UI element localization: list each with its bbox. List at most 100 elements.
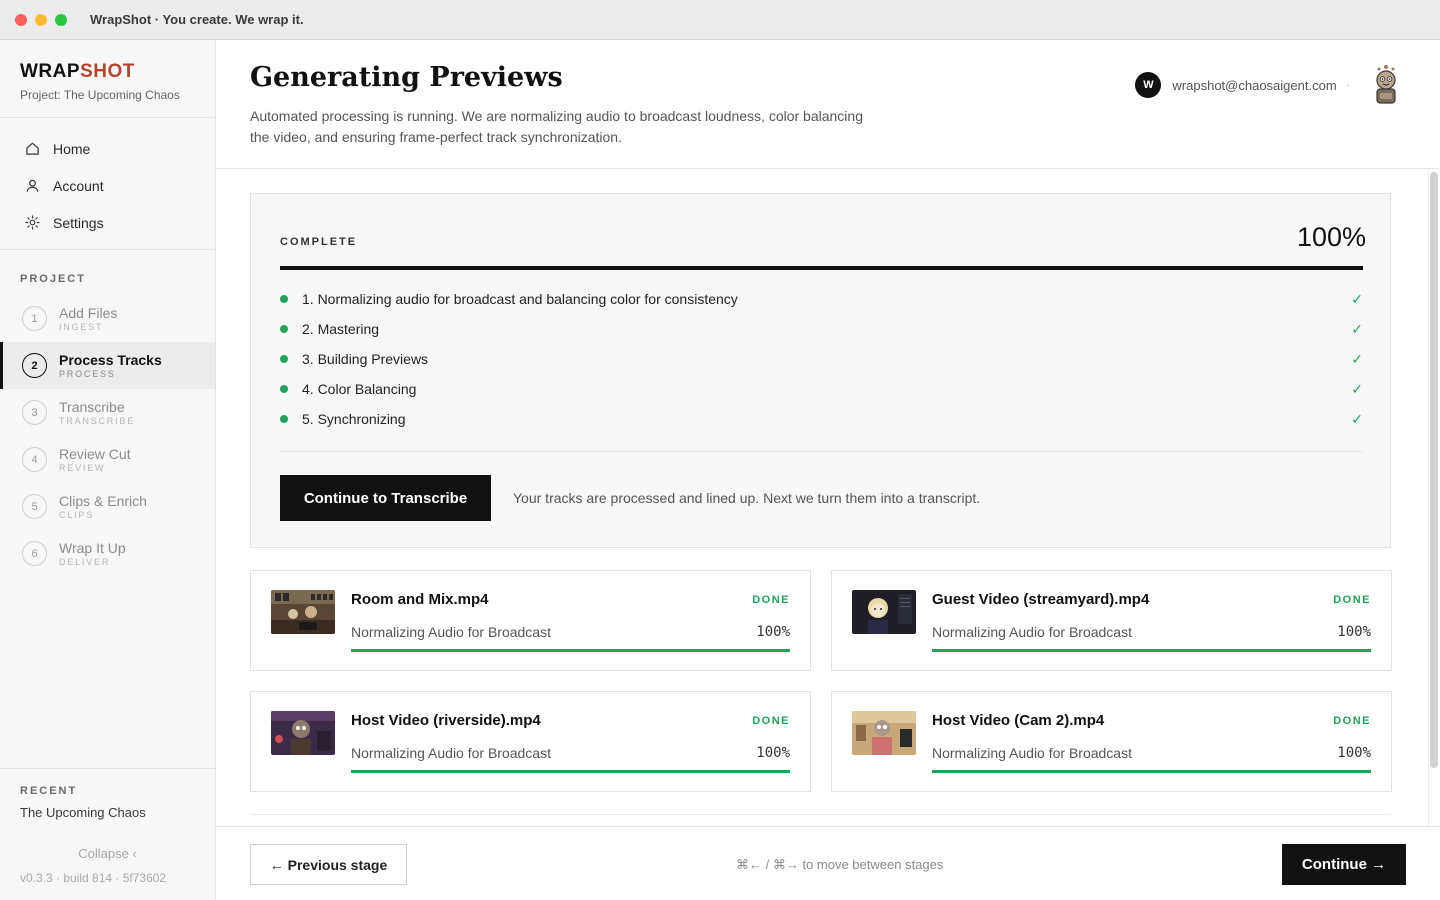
completion-note: Your tracks are processed and lined up. … bbox=[513, 490, 981, 506]
stage-number: 2 bbox=[22, 353, 47, 378]
brand-logo-part1: WRAP bbox=[20, 61, 81, 82]
check-icon: ✓ bbox=[1351, 290, 1363, 307]
stage-wrap-it-up[interactable]: 6 Wrap It Up DELIVER bbox=[0, 530, 215, 577]
stage-process-tracks[interactable]: 2 Process Tracks PROCESS bbox=[0, 342, 215, 389]
stage-sub: TRANSCRIBE bbox=[59, 416, 136, 426]
video-thumbnail bbox=[852, 711, 916, 755]
processing-step: 2. Mastering ✓ bbox=[280, 314, 1363, 344]
stage-name: Review Cut bbox=[59, 446, 131, 462]
stage-clips-enrich[interactable]: 5 Clips & Enrich CLIPS bbox=[0, 483, 215, 530]
sidebar-item-label: Account bbox=[53, 177, 104, 194]
track-progress-fill bbox=[932, 649, 1371, 652]
track-progress-bar bbox=[932, 770, 1371, 773]
window-titlebar: WrapShot · You create. We wrap it. bbox=[0, 0, 1440, 40]
avatar[interactable] bbox=[1368, 64, 1404, 106]
stage-name: Add Files bbox=[59, 305, 118, 321]
stage-name: Clips & Enrich bbox=[59, 493, 147, 509]
track-name: Guest Video (streamyard).mp4 bbox=[932, 591, 1150, 608]
sidebar-item-settings[interactable]: Settings bbox=[0, 204, 215, 241]
zoom-window-button[interactable] bbox=[55, 13, 67, 26]
video-thumbnail bbox=[271, 590, 335, 634]
window-controls bbox=[15, 13, 67, 26]
stage-transcribe[interactable]: 3 Transcribe TRANSCRIBE bbox=[0, 389, 215, 436]
processing-step: 1. Normalizing audio for broadcast and b… bbox=[280, 284, 1363, 314]
stage-sub: CLIPS bbox=[59, 510, 95, 520]
page-title: Generating Previews bbox=[250, 62, 563, 93]
processing-step: 5. Synchronizing ✓ bbox=[280, 404, 1363, 434]
check-icon: ✓ bbox=[1351, 320, 1363, 337]
processing-step: 3. Building Previews ✓ bbox=[280, 344, 1363, 374]
keyboard-hint: ⌘← / ⌘→ to move between stages bbox=[736, 857, 944, 872]
user-icon bbox=[24, 178, 40, 194]
stage-number: 4 bbox=[22, 447, 47, 472]
track-progress-fill bbox=[351, 770, 790, 773]
home-icon bbox=[24, 141, 40, 157]
track-progress-bar bbox=[351, 649, 790, 652]
check-icon: ✓ bbox=[1351, 410, 1363, 427]
track-task: Normalizing Audio for Broadcast bbox=[932, 624, 1132, 640]
track-percent: 100% bbox=[756, 624, 790, 640]
brand-block: WRAPSHOT Project: The Upcoming Chaos bbox=[0, 40, 215, 118]
sidebar-nav: Home Account Settings bbox=[0, 118, 215, 250]
check-icon: ✓ bbox=[1351, 350, 1363, 367]
user-separator: · bbox=[1346, 79, 1350, 91]
minimize-window-button[interactable] bbox=[35, 13, 47, 26]
stage-number: 6 bbox=[22, 541, 47, 566]
track-card[interactable]: Host Video (riverside).mp4 DONE Normaliz… bbox=[250, 691, 811, 792]
track-task: Normalizing Audio for Broadcast bbox=[351, 745, 551, 761]
stage-sub: INGEST bbox=[59, 322, 104, 332]
previous-stage-button[interactable]: ← Previous stage bbox=[250, 844, 407, 885]
step-label: 2. Mastering bbox=[302, 321, 380, 337]
sidebar-item-account[interactable]: Account bbox=[0, 167, 215, 204]
continue-to-transcribe-button[interactable]: Continue to Transcribe bbox=[280, 475, 491, 521]
stage-review-cut[interactable]: 4 Review Cut REVIEW bbox=[0, 436, 215, 483]
status-badge: DONE bbox=[1333, 715, 1371, 727]
processing-steps: 1. Normalizing audio for broadcast and b… bbox=[280, 284, 1363, 434]
close-window-button[interactable] bbox=[15, 13, 27, 26]
status-dot bbox=[280, 355, 288, 363]
track-card[interactable]: Host Video (Cam 2).mp4 DONE Normalizing … bbox=[831, 691, 1392, 792]
track-percent: 100% bbox=[1337, 624, 1371, 640]
track-progress-fill bbox=[932, 770, 1371, 773]
status-dot bbox=[280, 295, 288, 303]
track-name: Host Video (riverside).mp4 bbox=[351, 712, 541, 729]
user-email: wrapshot@chaosaigent.com bbox=[1172, 77, 1337, 93]
stage-footer: ← Previous stage ⌘← / ⌘→ to move between… bbox=[216, 826, 1440, 900]
brand-logo[interactable]: WRAPSHOT bbox=[20, 62, 195, 82]
page-header: Generating Previews Automated processing… bbox=[216, 40, 1440, 169]
scrollbar-thumb[interactable] bbox=[1430, 172, 1438, 768]
status-badge: DONE bbox=[752, 715, 790, 727]
content-divider bbox=[250, 814, 1391, 815]
status-dot bbox=[280, 385, 288, 393]
continue-button[interactable]: Continue → bbox=[1282, 844, 1406, 885]
main-content: COMPLETE 100% 1. Normalizing audio for b… bbox=[216, 170, 1440, 826]
sidebar-item-home[interactable]: Home bbox=[0, 130, 215, 167]
recent-section: RECENT The Upcoming Chaos bbox=[0, 768, 215, 820]
video-thumbnail bbox=[852, 590, 916, 634]
stage-number: 5 bbox=[22, 494, 47, 519]
recent-project-link[interactable]: The Upcoming Chaos bbox=[20, 805, 195, 820]
sidebar: WRAPSHOT Project: The Upcoming Chaos Hom… bbox=[0, 40, 216, 900]
user-menu[interactable]: W wrapshot@chaosaigent.com · bbox=[1135, 64, 1404, 106]
stage-name: Transcribe bbox=[59, 399, 125, 415]
stage-name: Wrap It Up bbox=[59, 540, 126, 556]
stage-number: 3 bbox=[22, 400, 47, 425]
collapse-sidebar-button[interactable]: Collapse ‹ bbox=[0, 846, 215, 861]
stage-name: Process Tracks bbox=[59, 352, 162, 368]
processing-panel: COMPLETE 100% 1. Normalizing audio for b… bbox=[250, 193, 1391, 548]
track-card[interactable]: Guest Video (streamyard).mp4 DONE Normal… bbox=[831, 570, 1392, 671]
stage-sub: REVIEW bbox=[59, 463, 106, 473]
stage-number: 1 bbox=[22, 306, 47, 331]
track-progress-bar bbox=[351, 770, 790, 773]
processing-step: 4. Color Balancing ✓ bbox=[280, 374, 1363, 404]
brand-logo-part2: SHOT bbox=[80, 61, 135, 82]
stage-add-files[interactable]: 1 Add Files INGEST bbox=[0, 295, 215, 342]
stage-sub: DELIVER bbox=[59, 557, 111, 567]
step-label: 1. Normalizing audio for broadcast and b… bbox=[302, 291, 738, 307]
step-label: 4. Color Balancing bbox=[302, 381, 417, 397]
track-card[interactable]: Room and Mix.mp4 DONE Normalizing Audio … bbox=[250, 570, 811, 671]
status-badge: DONE bbox=[752, 594, 790, 606]
status-dot bbox=[280, 325, 288, 333]
status-dot bbox=[280, 415, 288, 423]
stage-sub: PROCESS bbox=[59, 369, 116, 379]
